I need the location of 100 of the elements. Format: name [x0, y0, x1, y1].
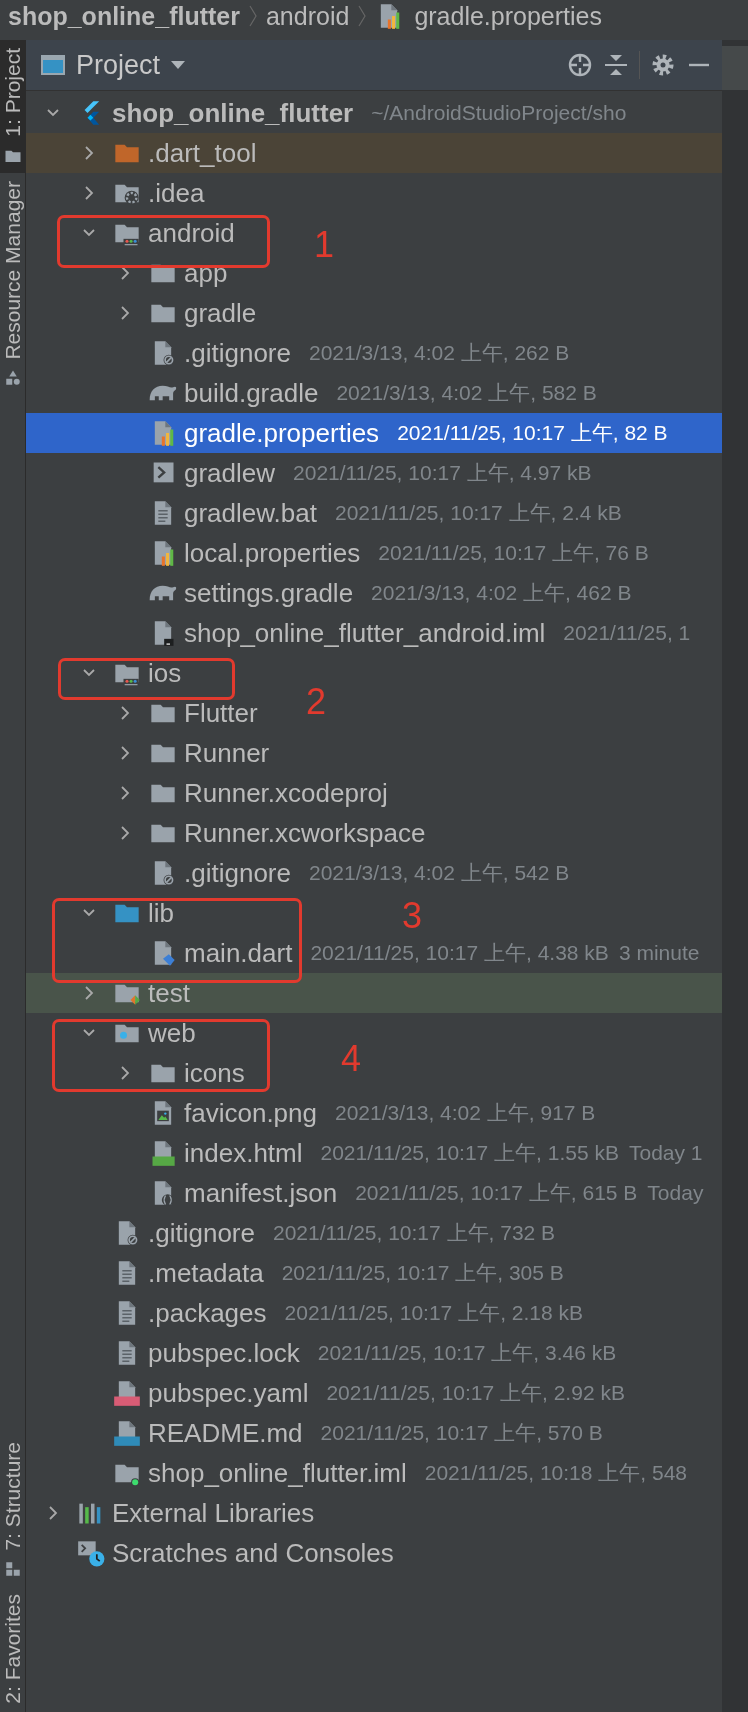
tool-window-tab[interactable]: 7: Structure: [0, 1433, 25, 1559]
tool-window-tab[interactable]: Resource Manager: [0, 172, 25, 368]
file-name: Runner.xcodeproj: [184, 777, 388, 809]
file-info: 2021/3/13, 4:02 上午, 917 B: [335, 1100, 596, 1126]
file-info: 2021/11/25, 10:17 上午, 732 B: [272, 1220, 556, 1246]
file-name: icons: [184, 1057, 245, 1089]
file-name: manifest.json: [184, 1177, 338, 1209]
tree-row[interactable]: build.gradle 2021/3/13, 4:02 上午, 582 B: [26, 373, 603, 413]
file-info: 2021/11/25, 10:18 上午, 548: [424, 1460, 688, 1486]
tree-row[interactable]: web: [26, 1013, 202, 1053]
tree-row[interactable]: Flutter: [26, 693, 264, 733]
file-info: 2021/11/25, 10:17 上午, 3.46 kB: [317, 1340, 617, 1366]
tree-row[interactable]: shop_online_flutter_android.iml 2021/11/25, 1: [26, 613, 697, 653]
tree-row[interactable]: gradlew.bat 2021/11/25, 10:17 上午, 2.4 kB: [26, 493, 628, 533]
file-name: .idea: [148, 177, 205, 209]
file-name: web: [148, 1017, 196, 1049]
file-info: 2021/11/25, 10:17 上午, 305 B: [281, 1260, 564, 1286]
file-info: 2021/11/25, 10:17 上午, 76 B: [378, 540, 649, 566]
file-name: gradle.properties: [184, 417, 380, 449]
file-name: gradle: [184, 297, 257, 329]
tree-row[interactable]: .metadata 2021/11/25, 10:17 上午, 305 B: [26, 1253, 570, 1293]
tree-row[interactable]: .gitignore 2021/11/25, 10:17 上午, 732 B: [26, 1213, 562, 1253]
file-name: External Libraries: [112, 1497, 315, 1529]
tree-row[interactable]: settings.gradle 2021/3/13, 4:02 上午, 462 B: [26, 573, 638, 613]
file-name: app: [184, 257, 228, 289]
tree-row[interactable]: test: [26, 973, 722, 1013]
file-info: 2021/11/25, 10:17 上午, 4.38 kB: [310, 940, 609, 966]
file-name: .gitignore: [184, 337, 291, 369]
tree-row[interactable]: External Libraries: [26, 1493, 321, 1533]
breadcrumb-item[interactable]: android: [265, 1, 350, 31]
tree-row[interactable]: .gitignore 2021/3/13, 4:02 上午, 262 B: [26, 333, 576, 373]
annotation-number: 4: [341, 1041, 362, 1077]
file-name: Runner.xcworkspace: [184, 817, 426, 849]
file-name: .gitignore: [184, 857, 291, 889]
file-info: 2021/3/13, 4:02 上午, 462 B: [371, 580, 632, 606]
tree-row[interactable]: Runner: [26, 733, 276, 773]
tree-row[interactable]: shop_online_flutter ~/AndroidStudioProject/sho: [26, 93, 633, 133]
tree-row[interactable]: gradle: [26, 293, 263, 333]
file-info: 2021/3/13, 4:02 上午, 262 B: [308, 340, 570, 366]
tree-row[interactable]: ios: [26, 653, 188, 693]
file-info: 2021/3/13, 4:02 上午, 582 B: [336, 380, 597, 406]
file-name: ios: [148, 657, 182, 689]
file-name: test: [148, 977, 190, 1009]
annotation-number: 3: [402, 898, 423, 934]
tree-row[interactable]: .packages 2021/11/25, 10:17 上午, 2.18 kB: [26, 1293, 589, 1333]
tree-row[interactable]: Runner.xcworkspace: [26, 813, 432, 853]
file-name: android: [148, 217, 235, 249]
tree-row[interactable]: README.md 2021/11/25, 10:17 上午, 570 B: [26, 1413, 609, 1453]
tree-row[interactable]: lib: [26, 893, 180, 933]
tree-row[interactable]: app: [26, 253, 234, 293]
file-name: settings.gradle: [184, 577, 354, 609]
file-name: .dart_tool: [148, 137, 257, 169]
tool-window-tab[interactable]: 2: Favorites: [0, 1586, 25, 1712]
tree-row[interactable]: main.dart 2021/11/25, 10:17 上午, 4.38 kB 3 minute: [26, 933, 706, 973]
tree-row[interactable]: Scratches and Consoles: [26, 1533, 400, 1573]
tree-row[interactable]: .idea: [26, 173, 211, 213]
file-name: shop_online_flutter: [112, 97, 354, 129]
tree-row[interactable]: manifest.json 2021/11/25, 10:17 上午, 615 B Today: [26, 1173, 710, 1213]
file-name: Scratches and Consoles: [112, 1537, 394, 1569]
file-name: gradlew.bat: [184, 497, 317, 529]
tree-row[interactable]: gradlew 2021/11/25, 10:17 上午, 4.97 kB: [26, 453, 598, 493]
modified-note: Today: [647, 1181, 704, 1205]
tree-row[interactable]: index.html 2021/11/25, 10:17 上午, 1.55 kB Today 1: [26, 1133, 709, 1173]
file-info: 2021/11/25, 10:17 上午, 2.4 kB: [335, 500, 622, 526]
file-name: main.dart: [184, 937, 293, 969]
file-name: shop_online_flutter.iml: [148, 1457, 407, 1489]
tree-row[interactable]: icons: [26, 1053, 251, 1093]
file-info: 2021/11/25, 10:17 上午, 2.18 kB: [284, 1300, 583, 1326]
file-name: .packages: [148, 1297, 267, 1329]
modified-note: Today 1: [629, 1141, 703, 1165]
file-info: 2021/11/25, 10:17 上午, 4.97 kB: [293, 460, 592, 486]
file-info: 2021/11/25, 10:17 上午, 2.92 kB: [326, 1380, 625, 1406]
file-name: pubspec.yaml: [148, 1377, 309, 1409]
tree-row[interactable]: favicon.png 2021/3/13, 4:02 上午, 917 B: [26, 1093, 602, 1133]
breadcrumb-item[interactable]: gradle.properties: [414, 1, 602, 31]
file-name: lib: [148, 897, 174, 929]
file-info: 2021/11/25, 10:17 上午, 1.55 kB: [320, 1140, 619, 1166]
tree-row[interactable]: shop_online_flutter.iml 2021/11/25, 10:18 上午, 548: [26, 1453, 694, 1493]
annotation-number: 2: [306, 684, 327, 720]
tree-row[interactable]: .dart_tool: [26, 133, 722, 173]
tree-row[interactable]: local.properties 2021/11/25, 10:17 上午, 76 B: [26, 533, 655, 573]
tree-row[interactable]: .gitignore 2021/3/13, 4:02 上午, 542 B: [26, 853, 576, 893]
modified-note: 3 minute: [618, 941, 700, 965]
breadcrumb-item[interactable]: shop_online_flutter: [8, 1, 240, 31]
file-name: .metadata: [148, 1257, 264, 1289]
tree-row[interactable]: pubspec.lock 2021/11/25, 10:17 上午, 3.46 kB: [26, 1333, 623, 1373]
file-name: local.properties: [184, 537, 361, 569]
file-name: favicon.png: [184, 1097, 317, 1129]
file-name: README.md: [148, 1417, 303, 1449]
file-info: 2021/11/25, 1: [563, 621, 691, 645]
file-name: shop_online_flutter_android.iml: [184, 617, 546, 649]
file-info: 2021/11/25, 10:17 上午, 82 B: [397, 420, 668, 446]
tree-row[interactable]: pubspec.yaml 2021/11/25, 10:17 上午, 2.92 kB: [26, 1373, 631, 1413]
file-name: .gitignore: [148, 1217, 255, 1249]
file-info: 2021/11/25, 10:17 上午, 615 B: [355, 1180, 638, 1206]
panel-title[interactable]: Project: [76, 49, 161, 81]
tree-row[interactable]: gradle.properties 2021/11/25, 10:17 上午, 82 B: [26, 413, 722, 453]
tree-row[interactable]: android: [26, 213, 241, 253]
file-name: Flutter: [184, 697, 258, 729]
tree-row[interactable]: Runner.xcodeproj: [26, 773, 394, 813]
